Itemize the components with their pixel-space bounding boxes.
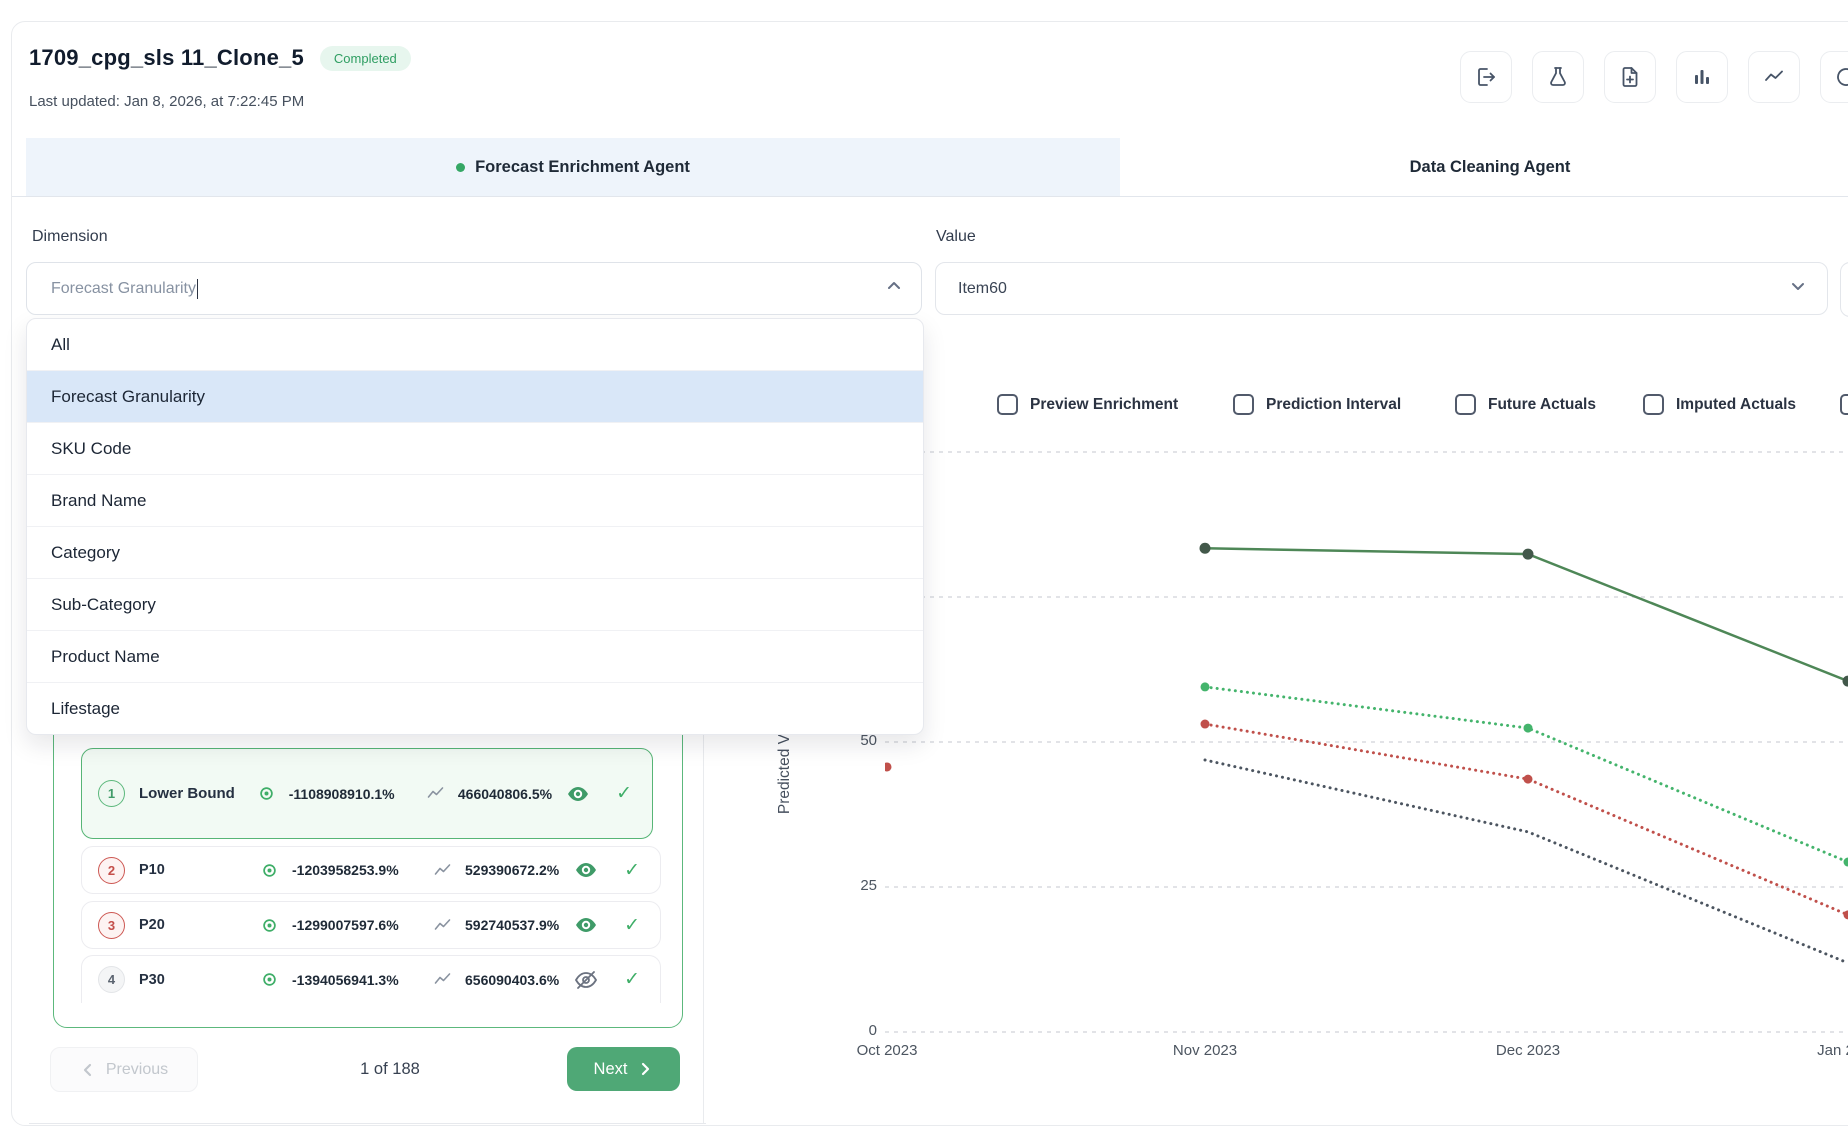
data-point-green-dotted-upper [1844,858,1848,867]
data-point-green-dotted-upper [1524,724,1533,733]
app-root: 1709_cpg_sls 11_Clone_5 Completed Last u… [0,0,1848,1128]
panel-bottom-divider [29,1123,706,1124]
metric-value-1: -1108908910.1% [289,786,413,802]
data-point-red-dotted-mid [1201,720,1210,729]
checkbox-icon[interactable] [1643,394,1664,415]
trend-icon [434,918,451,933]
dimension-dropdown: AllForecast GranularitySKU CodeBrand Nam… [26,318,924,735]
toggle-future-actuals[interactable]: Future Actuals [1455,394,1596,415]
page-indicator: 1 of 188 [230,1047,550,1092]
previous-button[interactable]: Previous [50,1047,198,1092]
series-line-gray-dotted-lower [1205,760,1848,963]
data-point-red-point-oct [883,762,892,771]
value-select-value: Item60 [958,280,1007,298]
checkbox-icon[interactable] [1455,394,1476,415]
rank-badge: 4 [98,966,125,993]
metric-value-2: 592740537.9% [465,917,559,933]
rank-badge: 2 [98,857,125,884]
text-cursor [197,279,199,299]
dimension-option-sku-code[interactable]: SKU Code [27,423,923,475]
trend-icon [427,786,444,801]
y-tick-label: 0 [820,1022,877,1039]
metric-name: P10 [139,862,247,878]
dimension-option-forecast-granularity[interactable]: Forecast Granularity [27,371,923,423]
check-icon[interactable]: ✓ [616,784,632,803]
check-icon[interactable]: ✓ [624,916,640,935]
chevron-up-icon[interactable] [885,277,903,300]
check-icon[interactable]: ✓ [624,861,640,880]
checkbox-icon[interactable] [997,394,1018,415]
metric-value-2: 466040806.5% [458,786,552,802]
trend-icon [434,972,451,987]
trend-icon [434,863,451,878]
dimension-input-value: Forecast Granularity [51,280,196,298]
rank-badge: 3 [98,912,125,939]
dimension-option-brand-name[interactable]: Brand Name [27,475,923,527]
metric-card-p10[interactable]: 2 P10 -1203958253.9% 529390672.2% ✓ [81,846,661,894]
metric-value-1: -1299007597.6% [292,917,420,933]
target-icon [258,785,275,802]
dimension-option-all[interactable]: All [27,319,923,371]
value-select[interactable]: Item60 [935,262,1828,315]
clipped-control[interactable] [1840,262,1848,317]
x-tick-label: Oct 2023 [832,1042,942,1059]
metric-name: P30 [139,972,247,988]
rank-badge: 1 [98,780,125,807]
series-line-dark-green-solid [1205,548,1848,681]
toggle-clipped[interactable] [1840,394,1848,415]
series-line-green-dotted-upper [1205,687,1848,862]
data-point-green-dotted-upper [1201,682,1210,691]
metric-value-1: -1394056941.3% [292,972,420,988]
metric-card-p30[interactable]: 4 P30 -1394056941.3% 656090403.6% ✓ [81,955,661,1003]
metric-value-2: 529390672.2% [465,862,559,878]
data-point-dark-green-solid [1843,676,1848,687]
data-point-dark-green-solid [1523,549,1534,560]
checkbox-icon[interactable] [1840,394,1848,415]
target-icon [261,862,278,879]
metric-value-2: 656090403.6% [465,972,559,988]
metric-name: Lower Bound [139,785,244,802]
metric-value-1: -1203958253.9% [292,862,420,878]
target-icon [261,917,278,934]
dimension-option-sub-category[interactable]: Sub-Category [27,579,923,631]
toggle-preview-enrichment[interactable]: Preview Enrichment [997,394,1178,415]
metric-card-p20[interactable]: 3 P20 -1299007597.6% 592740537.9% ✓ [81,901,661,949]
chevron-down-icon[interactable] [1789,277,1807,300]
y-tick-label: 25 [820,877,877,894]
eye-icon[interactable] [574,916,598,934]
x-tick-label: Nov 2023 [1150,1042,1260,1059]
dimension-input[interactable]: Forecast Granularity [26,262,922,315]
x-tick-label: Dec 2023 [1473,1042,1583,1059]
series-line-red-dotted-mid [1205,724,1848,915]
dimension-option-product-name[interactable]: Product Name [27,631,923,683]
metric-name: P20 [139,917,247,933]
toggle-imputed-actuals[interactable]: Imputed Actuals [1643,394,1796,415]
eye-icon[interactable] [574,861,598,879]
dimension-option-lifestage[interactable]: Lifestage [27,683,923,734]
data-point-red-dotted-mid [1524,775,1533,784]
data-point-dark-green-solid [1200,543,1211,554]
next-button[interactable]: Next [567,1047,680,1091]
check-icon[interactable]: ✓ [624,970,640,989]
checkbox-icon[interactable] [1233,394,1254,415]
dimension-option-category[interactable]: Category [27,527,923,579]
toggle-prediction-interval[interactable]: Prediction Interval [1233,394,1401,415]
metric-card-lower-bound[interactable]: 1 Lower Bound -1108908910.1% 466040806.5% ✓ [81,748,653,839]
eye-off-icon[interactable] [574,970,598,990]
x-tick-label: Jan 2024 [1793,1042,1848,1059]
target-icon [261,971,278,988]
eye-icon[interactable] [566,785,590,803]
